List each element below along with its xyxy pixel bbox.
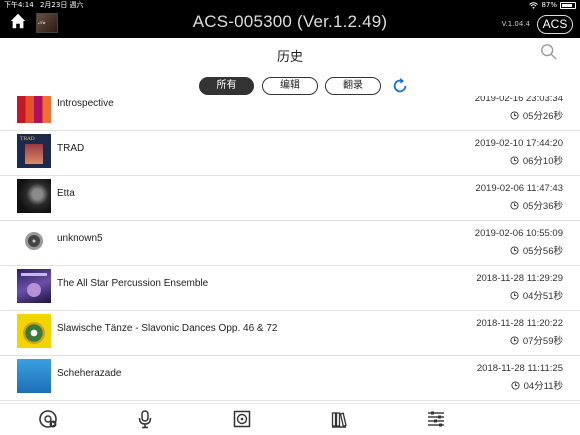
disc-play-icon[interactable] xyxy=(38,409,58,429)
album-cover xyxy=(17,224,51,258)
app-version: V.1.04.4 xyxy=(501,20,530,28)
track-title: TRAD xyxy=(57,143,85,154)
album-cover xyxy=(17,96,51,123)
clock-icon xyxy=(510,245,519,255)
played-date: 2018-11-28 11:29:29 xyxy=(476,273,563,284)
history-row[interactable]: Scheherazade 2018-11-28 11:11:25 04分11秒 xyxy=(0,356,580,401)
history-row[interactable]: The All Star Percussion Ensemble 2018-11… xyxy=(0,266,580,311)
library-icon[interactable] xyxy=(329,409,349,429)
track-duration: 04分11秒 xyxy=(523,381,563,392)
history-row[interactable]: TRAD TRAD 2019-02-10 17:44:20 06分10秒 xyxy=(0,131,580,176)
acs-button[interactable]: ACS xyxy=(537,15,573,34)
track-duration: 05分36秒 xyxy=(522,201,563,212)
filter-rip-tab[interactable]: 翻录 xyxy=(325,77,381,95)
disc-icon xyxy=(25,232,43,250)
battery-icon xyxy=(560,2,576,9)
top-bar: 下午4:14 2月23日 週六 87% 𝒜𝓊 ACS-005300 (Ver.1… xyxy=(0,0,580,38)
clock-icon xyxy=(510,110,519,120)
history-row[interactable]: Slawische Tänze - Slavonic Dances Opp. 4… xyxy=(0,311,580,356)
played-date: 2019-02-10 17:44:20 xyxy=(474,138,563,149)
album-cover xyxy=(17,314,51,348)
filter-edit-tab[interactable]: 编辑 xyxy=(262,77,318,95)
history-row[interactable]: Etta 2019-02-06 11:47:43 05分36秒 xyxy=(0,176,580,221)
history-list[interactable]: Introspective 2019-02-16 23:03:34 05分26秒… xyxy=(0,96,580,402)
microphone-icon[interactable] xyxy=(135,409,155,429)
album-icon[interactable] xyxy=(232,409,252,429)
track-duration: 06分10秒 xyxy=(522,156,563,167)
track-title: Slawische Tänze - Slavonic Dances Opp. 4… xyxy=(57,323,278,334)
played-date: 2019-02-06 11:47:43 xyxy=(475,183,563,194)
clock-icon xyxy=(510,200,519,210)
played-date: 2019-02-06 10:55:09 xyxy=(474,228,563,239)
clock-icon xyxy=(511,380,520,390)
search-icon[interactable] xyxy=(540,43,558,61)
wifi-icon xyxy=(529,1,539,9)
track-title: Scheherazade xyxy=(57,368,122,379)
track-duration: 05分56秒 xyxy=(522,246,563,257)
status-time: 下午4:14 xyxy=(4,1,34,9)
track-duration: 04分51秒 xyxy=(522,291,563,302)
played-date: 2019-02-16 23:03:34 xyxy=(474,96,563,104)
played-date: 2018-11-28 11:11:25 xyxy=(476,363,563,374)
track-title: The All Star Percussion Ensemble xyxy=(57,278,209,289)
bottom-tab-bar xyxy=(0,403,580,435)
track-duration: 07分59秒 xyxy=(522,336,563,347)
filter-all-tab[interactable]: 所有 xyxy=(199,77,254,95)
refresh-icon[interactable] xyxy=(391,77,409,95)
device-title: ACS-005300 (Ver.1.2.49) xyxy=(192,12,388,31)
track-title: Etta xyxy=(57,188,75,199)
clock-icon xyxy=(510,290,519,300)
history-row[interactable]: unknown5 2019-02-06 10:55:09 05分56秒 xyxy=(0,221,580,266)
album-cover xyxy=(17,359,51,393)
battery-percent: 87% xyxy=(541,1,557,9)
album-cover xyxy=(17,179,51,213)
status-date: 2月23日 週六 xyxy=(39,1,84,9)
history-row[interactable]: Introspective 2019-02-16 23:03:34 05分26秒 xyxy=(0,96,580,131)
played-date: 2018-11-28 11:20:22 xyxy=(476,318,563,329)
clock-icon xyxy=(510,335,519,345)
track-duration: 05分26秒 xyxy=(522,111,563,122)
page-title: 历史 xyxy=(276,50,303,65)
album-cover xyxy=(17,269,51,303)
album-cover: TRAD xyxy=(17,134,51,168)
track-title: Introspective xyxy=(57,98,114,109)
settings-sliders-icon[interactable] xyxy=(426,409,446,429)
status-bar: 下午4:14 2月23日 週六 87% xyxy=(0,0,580,10)
track-title: unknown5 xyxy=(57,233,103,244)
clock-icon xyxy=(510,155,519,165)
